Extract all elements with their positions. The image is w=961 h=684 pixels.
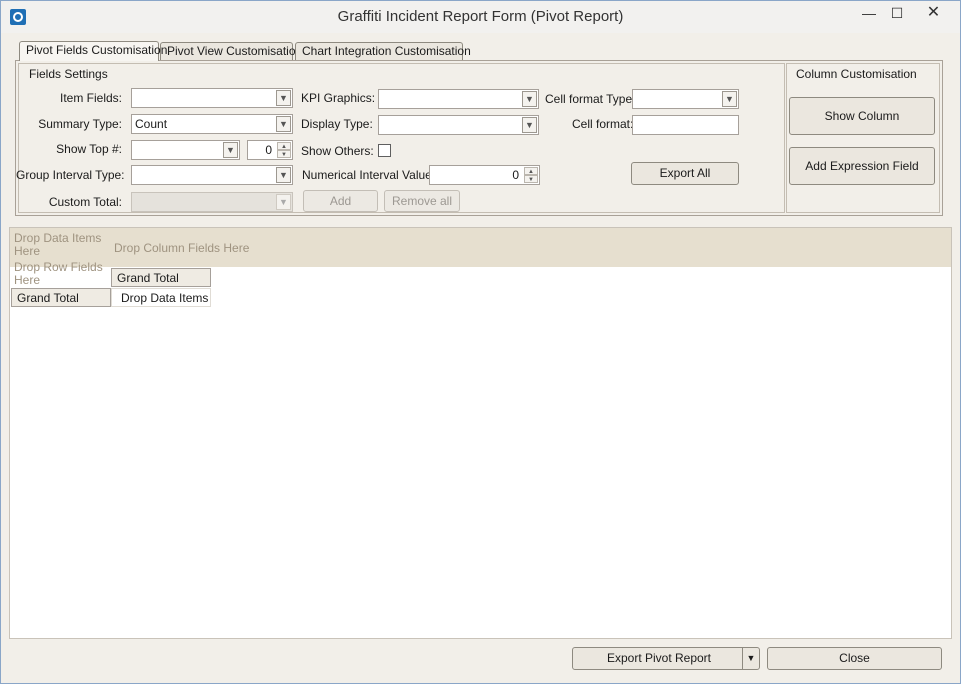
chevron-down-icon[interactable]: ▼: [276, 194, 291, 210]
row-grand-total-header[interactable]: Grand Total: [11, 288, 111, 307]
chevron-down-icon[interactable]: ▼: [276, 90, 291, 106]
summary-type-dropdown[interactable]: Count ▼: [131, 114, 293, 134]
drop-column-fields-area[interactable]: Drop Column Fields Here: [114, 242, 249, 255]
display-type-dropdown[interactable]: ▼: [378, 115, 539, 135]
show-top-label: Show Top #:: [56, 142, 122, 156]
spin-down-icon[interactable]: ▼: [277, 150, 291, 158]
drop-data-items-area[interactable]: Drop Data Items Here: [14, 232, 110, 258]
tab-pivot-view-customisation[interactable]: Pivot View Customisation: [160, 42, 302, 60]
export-all-button[interactable]: Export All: [631, 162, 739, 185]
app-window: Graffiti Incident Report Form (Pivot Rep…: [0, 0, 961, 684]
cell-format-label: Cell format:: [572, 117, 634, 131]
close-window-button[interactable]: ✕: [911, 4, 956, 24]
data-cell: Drop Data Items: [111, 288, 211, 307]
remove-all-button[interactable]: Remove all: [384, 190, 460, 212]
group-interval-type-dropdown[interactable]: ▼: [131, 165, 293, 185]
numerical-interval-label: Numerical Interval Value:: [302, 168, 436, 182]
spin-down-icon[interactable]: ▼: [524, 175, 538, 183]
pivot-grid: Drop Data Items Here Drop Column Fields …: [9, 227, 952, 639]
chevron-down-icon[interactable]: ▼: [276, 167, 291, 183]
title-bar: Graffiti Incident Report Form (Pivot Rep…: [1, 1, 960, 33]
display-type-label: Display Type:: [301, 117, 373, 131]
column-grand-total-header[interactable]: Grand Total: [111, 268, 211, 287]
summary-type-label: Summary Type:: [38, 117, 122, 131]
add-button[interactable]: Add: [303, 190, 378, 212]
add-expression-field-button[interactable]: Add Expression Field: [789, 147, 935, 185]
cell-format-type-label: Cell format Type:: [545, 92, 636, 106]
close-button[interactable]: Close: [767, 647, 942, 670]
kpi-graphics-dropdown[interactable]: ▼: [378, 89, 539, 109]
export-pivot-report-split-button: Export Pivot Report ▼: [572, 647, 760, 670]
show-top-count-value: 0: [265, 143, 272, 157]
spin-up-icon[interactable]: ▲: [277, 142, 291, 150]
chevron-down-icon[interactable]: ▼: [223, 142, 238, 158]
item-fields-dropdown[interactable]: ▼: [131, 88, 293, 108]
numerical-interval-stepper[interactable]: 0 ▲ ▼: [429, 165, 540, 185]
minimize-button[interactable]: —: [855, 4, 883, 24]
show-others-checkbox[interactable]: [378, 144, 391, 157]
show-top-dropdown[interactable]: ▼: [131, 140, 240, 160]
chevron-down-icon[interactable]: ▼: [522, 91, 537, 107]
show-column-customisation-button[interactable]: Show Column Customisation: [789, 97, 935, 159]
maximize-button[interactable]: ☐: [883, 4, 911, 24]
chevron-down-icon[interactable]: ▼: [522, 117, 537, 133]
custom-total-label: Custom Total:: [48, 195, 122, 209]
tab-pivot-fields-customisation[interactable]: Pivot Fields Customisation: [19, 41, 167, 61]
cell-format-input[interactable]: [632, 115, 739, 135]
show-others-label: Show Others:: [301, 144, 374, 158]
item-fields-label: Item Fields:: [59, 91, 122, 105]
custom-total-dropdown[interactable]: ▼: [131, 192, 293, 212]
summary-type-value: Count: [135, 117, 168, 131]
group-interval-type-label: Group Interval Type:: [16, 168, 125, 182]
drop-row-fields-area[interactable]: Drop Row Fields Here: [14, 261, 110, 287]
cell-format-type-dropdown[interactable]: ▼: [632, 89, 739, 109]
spin-up-icon[interactable]: ▲: [524, 167, 538, 175]
window-title: Graffiti Incident Report Form (Pivot Rep…: [337, 8, 624, 25]
chevron-down-icon[interactable]: ▼: [722, 91, 737, 107]
show-top-count-stepper[interactable]: 0 ▲ ▼: [247, 140, 293, 160]
chevron-down-icon[interactable]: ▼: [742, 648, 759, 669]
kpi-graphics-label: KPI Graphics:: [301, 91, 376, 105]
fields-settings-title: Fields Settings: [29, 67, 108, 81]
column-customisation-title: Column Customisation: [796, 67, 917, 81]
export-pivot-report-button[interactable]: Export Pivot Report: [573, 648, 745, 669]
tab-chart-integration-customisation[interactable]: Chart Integration Customisation: [295, 42, 471, 60]
numerical-interval-value: 0: [512, 168, 519, 182]
chevron-down-icon[interactable]: ▼: [276, 116, 291, 132]
